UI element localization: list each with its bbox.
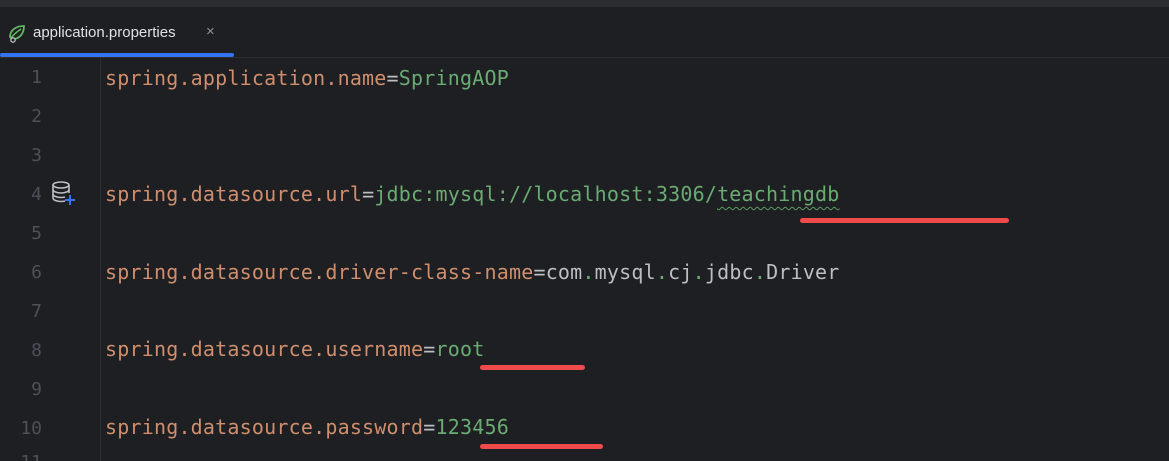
line-number: 7 (31, 301, 42, 322)
code-line-10[interactable]: spring.datasource.password=123456 (105, 415, 509, 439)
property-value: 123456 (435, 415, 509, 439)
value-dot: . (753, 260, 767, 284)
property-key: spring.datasource.driver-class-name (105, 260, 534, 284)
property-key: spring.datasource.username (105, 337, 424, 361)
line-number: 2 (31, 106, 42, 127)
code-line-1[interactable]: spring.application.name=SpringAOP (105, 66, 509, 90)
value-part: mysql (594, 260, 656, 284)
line-number: 10 (20, 418, 42, 439)
value-dot: . (582, 260, 595, 284)
property-value: SpringAOP (398, 66, 509, 90)
line-number: 8 (31, 340, 42, 361)
property-key: spring.datasource.url (105, 182, 363, 206)
line-gutter: 1 2 3 4 5 6 7 8 9 10 11 (0, 58, 100, 461)
tab-close-icon[interactable]: × (206, 22, 215, 42)
line-number: 11 (0, 451, 42, 461)
value-part: jdbc (704, 260, 754, 284)
active-tab-indicator (0, 53, 234, 57)
code-line-4[interactable]: spring.datasource.url=jdbc:mysql://local… (105, 182, 839, 206)
line-number: 5 (31, 223, 42, 244)
equals-sign: = (386, 66, 399, 90)
annotation-underline-username (480, 365, 585, 370)
annotation-underline-password (480, 444, 603, 449)
database-name-value: teachingdb (717, 182, 840, 206)
value-dot: . (655, 260, 669, 284)
code-line-8[interactable]: spring.datasource.username=root (105, 337, 485, 361)
line-number: 9 (31, 379, 42, 400)
tab-application-properties[interactable]: application.properties × (0, 7, 234, 57)
value-part: cj (668, 260, 693, 284)
editor-tab-bar: application.properties × (0, 7, 1169, 58)
equals-sign: = (362, 182, 375, 206)
window-top-strip (0, 0, 1169, 7)
line-number: 1 (31, 67, 42, 88)
value-dot: . (692, 260, 705, 284)
gutter-divider (100, 58, 101, 461)
value-part: com (545, 260, 583, 284)
line-number: 3 (31, 145, 42, 166)
property-value: root (435, 337, 485, 361)
tab-filename: application.properties (33, 24, 176, 41)
property-key: spring.application.name (105, 66, 387, 90)
equals-sign: = (533, 260, 546, 284)
spring-leaf-icon (9, 25, 25, 43)
value-part: Driver (766, 260, 840, 284)
line-number: 4 (31, 184, 42, 205)
line-number: 6 (31, 262, 42, 283)
code-line-6[interactable]: spring.datasource.driver-class-name=com.… (105, 260, 840, 284)
property-value: jdbc:mysql://localhost:3306/ (374, 182, 718, 206)
annotation-underline-database (800, 218, 1009, 223)
equals-sign: = (423, 415, 436, 439)
ide-window: application.properties × 1 2 3 4 5 6 7 8… (0, 0, 1169, 461)
equals-sign: = (423, 337, 436, 361)
property-key: spring.datasource.password (105, 415, 424, 439)
database-add-icon[interactable] (50, 180, 76, 206)
